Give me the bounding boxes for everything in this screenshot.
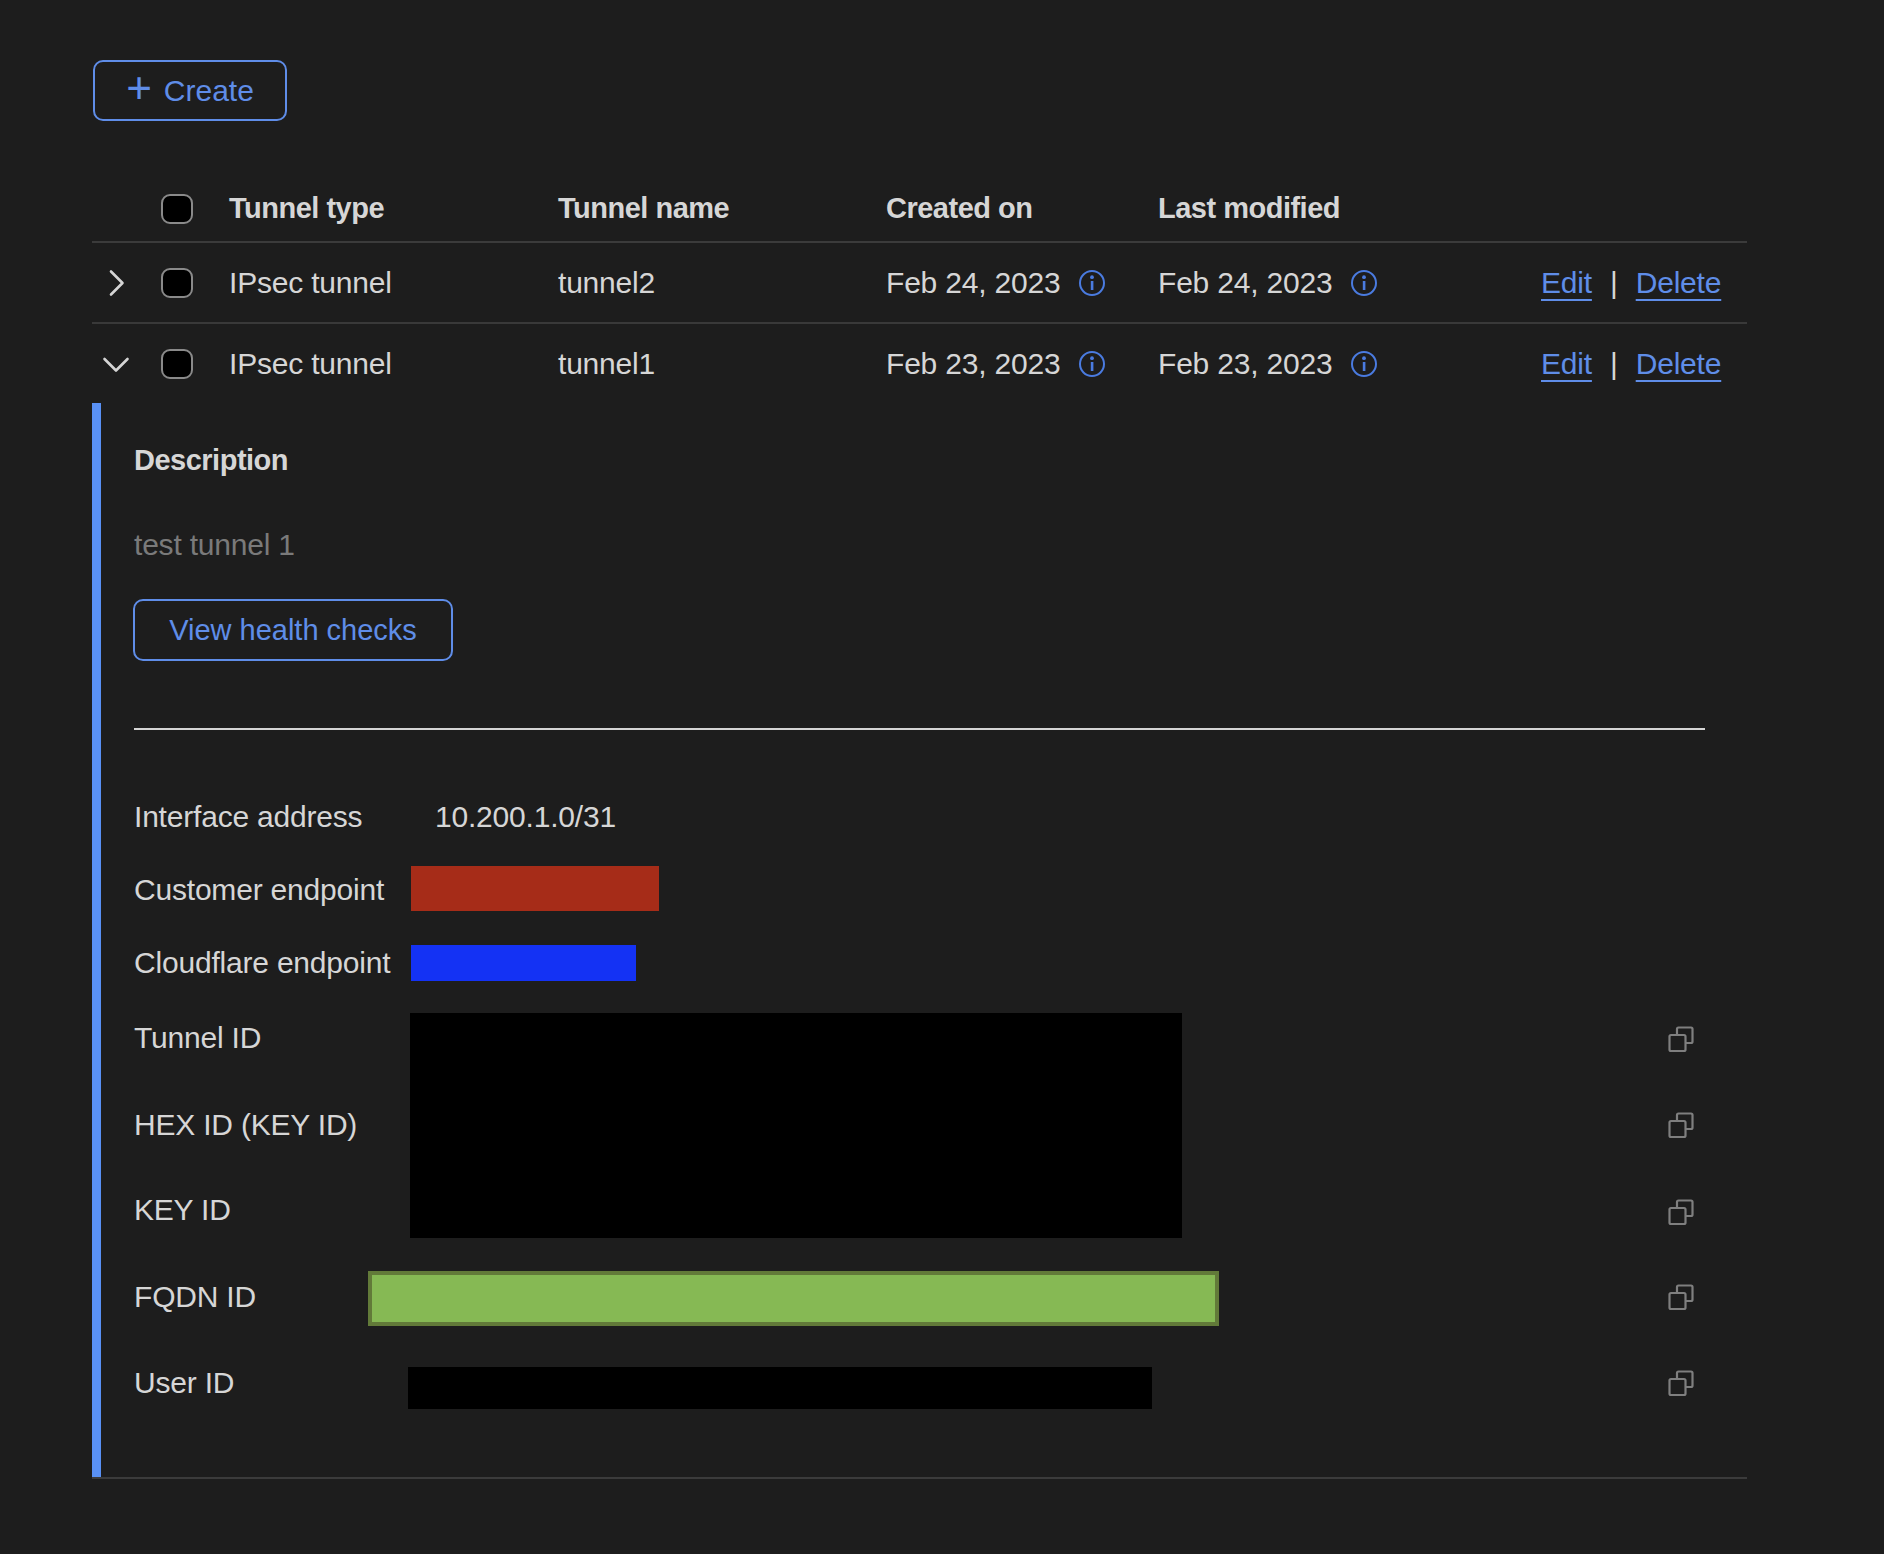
field-label-key-id: KEY ID — [134, 1192, 231, 1228]
copy-icon-hex-id[interactable] — [1666, 1110, 1696, 1140]
field-value-interface-address: 10.200.1.0/31 — [435, 799, 616, 835]
expanded-panel-bottom-border — [92, 1477, 1747, 1479]
row2-created-on: Feb 23, 2023 — [886, 347, 1060, 381]
view-health-checks-button[interactable]: View health checks — [133, 599, 453, 661]
panel-divider — [134, 728, 1705, 730]
field-label-cloudflare-endpoint: Cloudflare endpoint — [134, 945, 390, 981]
info-icon[interactable] — [1350, 350, 1378, 378]
field-label-interface-address: Interface address — [134, 799, 362, 835]
row2-last-modified: Feb 23, 2023 — [1158, 347, 1332, 381]
header-last-modified: Last modified — [1158, 176, 1340, 241]
expand-chevron-down-icon[interactable] — [101, 324, 141, 403]
header-tunnel-name: Tunnel name — [558, 176, 729, 241]
expand-chevron-right-icon[interactable] — [101, 243, 141, 322]
cloudflare-endpoint-redaction — [411, 945, 636, 981]
delete-link-tunnel2[interactable]: Delete — [1636, 266, 1722, 300]
field-label-fqdn-id: FQDN ID — [134, 1279, 256, 1315]
copy-icon-fqdn-id[interactable] — [1666, 1282, 1696, 1312]
field-label-tunnel-id: Tunnel ID — [134, 1020, 261, 1056]
row2-tunnel-type: IPsec tunnel — [229, 324, 392, 403]
field-label-hex-id: HEX ID (KEY ID) — [134, 1107, 357, 1143]
field-label-user-id: User ID — [134, 1365, 234, 1401]
plus-icon: + — [126, 73, 152, 103]
select-all-checkbox[interactable] — [161, 194, 193, 224]
ids-redaction — [410, 1013, 1182, 1238]
header-created-on: Created on — [886, 176, 1032, 241]
info-icon[interactable] — [1078, 269, 1106, 297]
create-button-label: Create — [164, 74, 254, 108]
fqdn-id-redaction — [368, 1271, 1219, 1326]
row1-tunnel-type: IPsec tunnel — [229, 243, 392, 322]
copy-icon-key-id[interactable] — [1666, 1197, 1696, 1227]
field-label-customer-endpoint: Customer endpoint — [134, 872, 384, 908]
description-label: Description — [134, 442, 288, 478]
info-icon[interactable] — [1350, 269, 1378, 297]
row1-created-on: Feb 24, 2023 — [886, 266, 1060, 300]
header-tunnel-type: Tunnel type — [229, 176, 384, 241]
table-row-tunnel1: IPsec tunnel tunnel1 Feb 23, 2023 Feb 23… — [92, 324, 1747, 403]
row-checkbox-tunnel2[interactable] — [161, 268, 193, 298]
delete-link-tunnel1[interactable]: Delete — [1636, 347, 1722, 381]
expanded-row-indicator-bar — [92, 403, 101, 1477]
copy-icon-user-id[interactable] — [1666, 1368, 1696, 1398]
table-header: Tunnel type Tunnel name Created on Last … — [92, 176, 1747, 241]
row2-tunnel-name: tunnel1 — [558, 324, 655, 403]
row1-last-modified: Feb 24, 2023 — [1158, 266, 1332, 300]
copy-icon-tunnel-id[interactable] — [1666, 1024, 1696, 1054]
customer-endpoint-redaction — [411, 866, 659, 911]
edit-link-tunnel2[interactable]: Edit — [1541, 266, 1592, 300]
create-button[interactable]: + Create — [93, 60, 287, 121]
info-icon[interactable] — [1078, 350, 1106, 378]
row-checkbox-tunnel1[interactable] — [161, 349, 193, 379]
row1-tunnel-name: tunnel2 — [558, 243, 655, 322]
description-value: test tunnel 1 — [134, 527, 295, 563]
user-id-redaction — [408, 1367, 1152, 1409]
action-separator: | — [1610, 347, 1618, 381]
table-row-tunnel2: IPsec tunnel tunnel2 Feb 24, 2023 Feb 24… — [92, 243, 1747, 322]
edit-link-tunnel1[interactable]: Edit — [1541, 347, 1592, 381]
action-separator: | — [1610, 266, 1618, 300]
